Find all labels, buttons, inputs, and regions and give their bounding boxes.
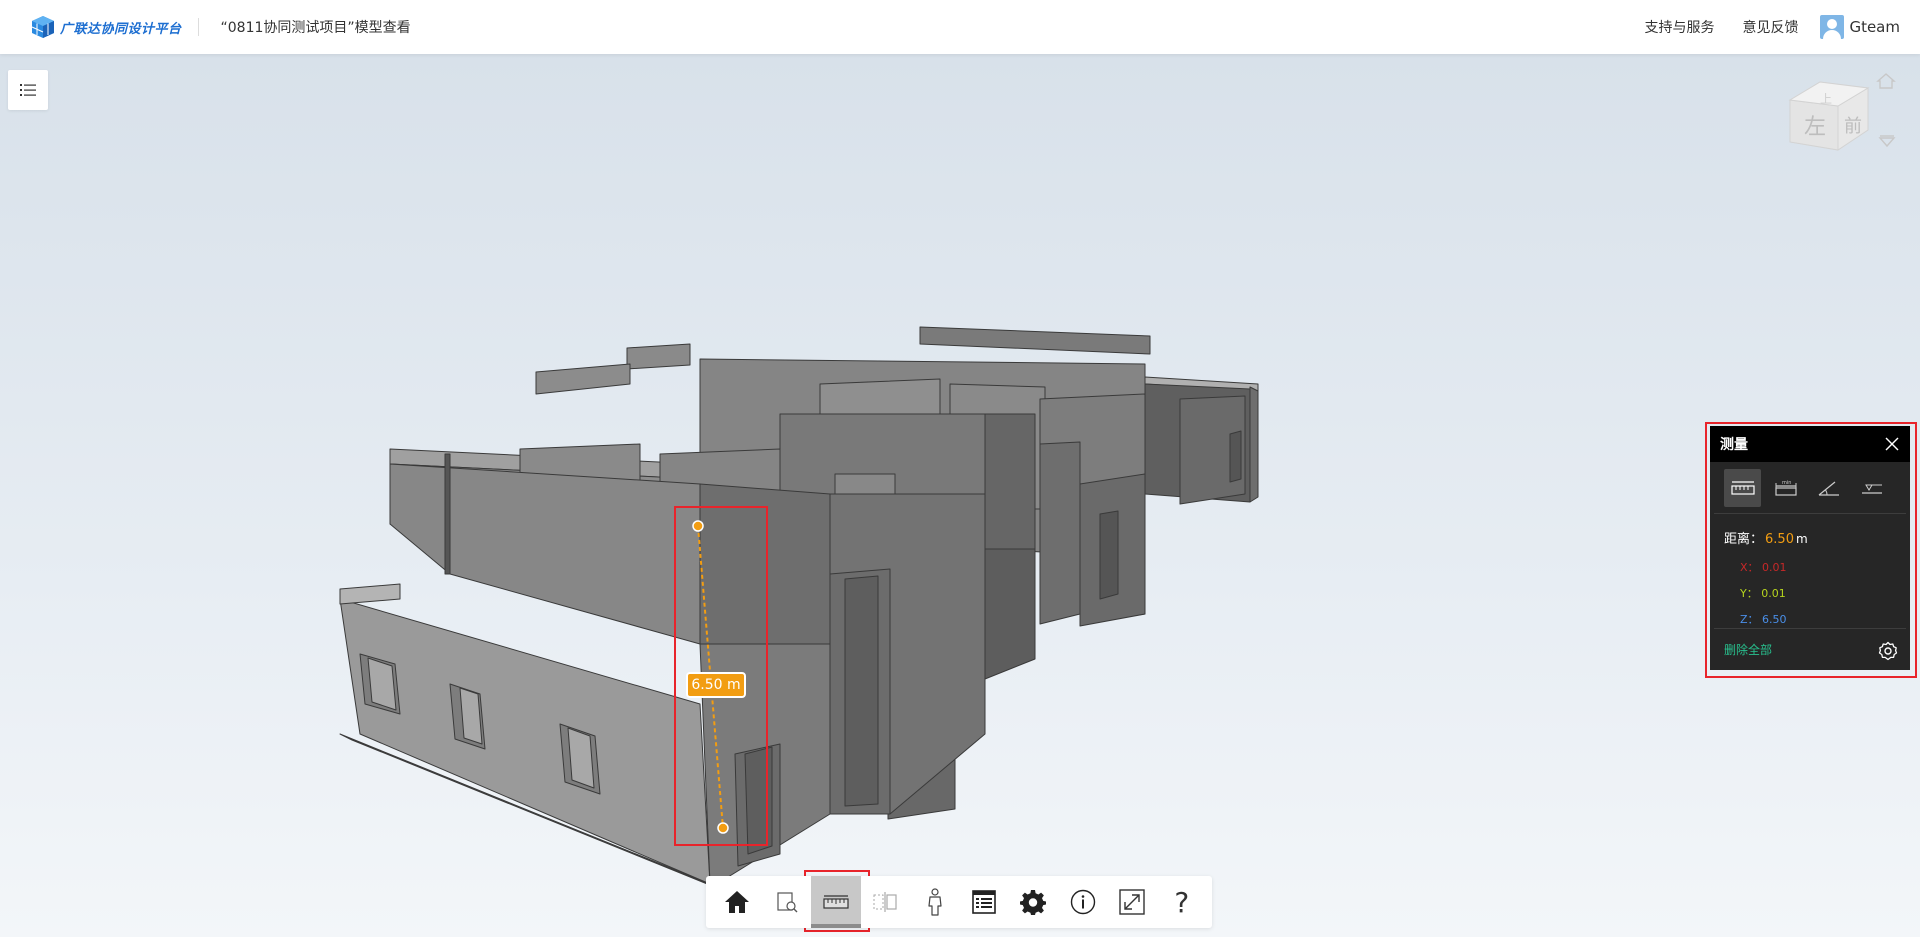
angle-icon: [1818, 481, 1839, 496]
list-icon: [20, 84, 36, 96]
fullscreen-icon: [1119, 889, 1146, 915]
x-label: X：: [1740, 561, 1759, 574]
project-title: “0811协同测试项目”模型查看: [220, 20, 411, 36]
viewcube-left-face: 左: [1804, 115, 1826, 140]
measure-button[interactable]: [810, 876, 861, 928]
user-menu[interactable]: Gteam: [1820, 15, 1900, 39]
properties-button[interactable]: [965, 882, 1003, 922]
viewcube-home-icon[interactable]: [1876, 73, 1896, 89]
info-icon: [1070, 889, 1096, 915]
settings-button[interactable]: [1014, 882, 1052, 922]
distance-row: 距离： 6.50 m: [1710, 514, 1910, 547]
support-link[interactable]: 支持与服务: [1644, 17, 1714, 37]
home-button[interactable]: [718, 882, 756, 922]
measure-panel-header: 测量: [1710, 426, 1910, 462]
x-value: 0.01: [1762, 561, 1787, 574]
walk-mode-button[interactable]: [915, 882, 953, 922]
highlight-measured-element: [674, 506, 768, 846]
info-button[interactable]: [1064, 882, 1102, 922]
feedback-link[interactable]: 意见反馈: [1742, 17, 1798, 37]
person-icon: [927, 888, 942, 916]
user-name: Gteam: [1849, 18, 1900, 36]
z-delta-row: Z： 6.50: [1710, 601, 1910, 627]
distance-label: 距离：: [1724, 532, 1764, 547]
angle-tool-button[interactable]: [1810, 469, 1847, 507]
z-label: Z：: [1740, 613, 1759, 626]
viewcube-top-face: 上: [1820, 92, 1832, 106]
help-icon: ?: [1174, 885, 1190, 919]
min-distance-icon: min: [1774, 480, 1797, 496]
close-icon[interactable]: [1884, 436, 1900, 452]
measure-tool-bar: min: [1714, 462, 1906, 514]
section-plane-button[interactable]: [866, 882, 904, 922]
distance-unit: m: [1795, 532, 1808, 546]
viewcube-menu-icon[interactable]: [1878, 135, 1896, 148]
viewcube-front-face: 前: [1844, 116, 1862, 137]
top-header: 广联达协同设计平台 “0811协同测试项目”模型查看 支持与服务 意见反馈 Gt…: [0, 0, 1920, 54]
home-icon: [725, 891, 750, 913]
distance-value: 6.50: [1765, 532, 1794, 547]
measure-icon: [823, 895, 849, 909]
measure-settings-icon[interactable]: [1878, 641, 1898, 661]
y-value: 0.01: [1761, 587, 1786, 600]
help-button[interactable]: ?: [1163, 882, 1201, 922]
min-distance-tool-label: min: [1782, 480, 1791, 486]
section-plane-icon: [873, 892, 897, 912]
settings-icon: [1020, 890, 1047, 915]
section-box-icon: [777, 892, 798, 913]
header-right: 支持与服务 意见反馈 Gteam: [1616, 0, 1900, 54]
building-model[interactable]: [0, 54, 1920, 937]
y-delta-row: Y： 0.01: [1710, 575, 1910, 601]
measure-panel-footer: 删除全部: [1714, 628, 1906, 670]
measure-panel: 测量 min 距离： 6.50 m X： 0.01 Y： 0.01 Z： 6.5…: [1710, 426, 1910, 670]
model-tree-button[interactable]: [8, 70, 48, 110]
z-value: 6.50: [1762, 613, 1787, 626]
delete-all-button[interactable]: 删除全部: [1724, 641, 1772, 658]
logo-text: 广联达协同设计平台: [60, 21, 182, 37]
min-distance-tool-button[interactable]: min: [1767, 469, 1804, 507]
model-viewport[interactable]: 左 前 上 6.50 m 测量 min 距离： 6.50 m X： 0.01 Y…: [0, 54, 1920, 937]
distance-tool-button[interactable]: [1724, 468, 1761, 507]
bottom-toolbar: ?: [706, 876, 1212, 928]
platform-logo[interactable]: 广联达协同设计平台: [30, 14, 182, 40]
section-box-button[interactable]: [767, 882, 805, 922]
avatar: [1820, 15, 1845, 39]
elevation-tool-button[interactable]: [1853, 469, 1890, 507]
properties-icon: [972, 890, 996, 914]
header-divider: [197, 18, 199, 36]
measure-panel-title: 测量: [1720, 437, 1748, 453]
logo-cube-icon: [31, 16, 54, 38]
y-label: Y：: [1740, 587, 1758, 600]
ruler-icon: [1730, 480, 1755, 495]
elevation-icon: [1861, 484, 1882, 494]
view-cube[interactable]: 左 前 上: [1780, 70, 1900, 180]
x-delta-row: X： 0.01: [1710, 547, 1910, 575]
fullscreen-button[interactable]: [1113, 882, 1151, 922]
